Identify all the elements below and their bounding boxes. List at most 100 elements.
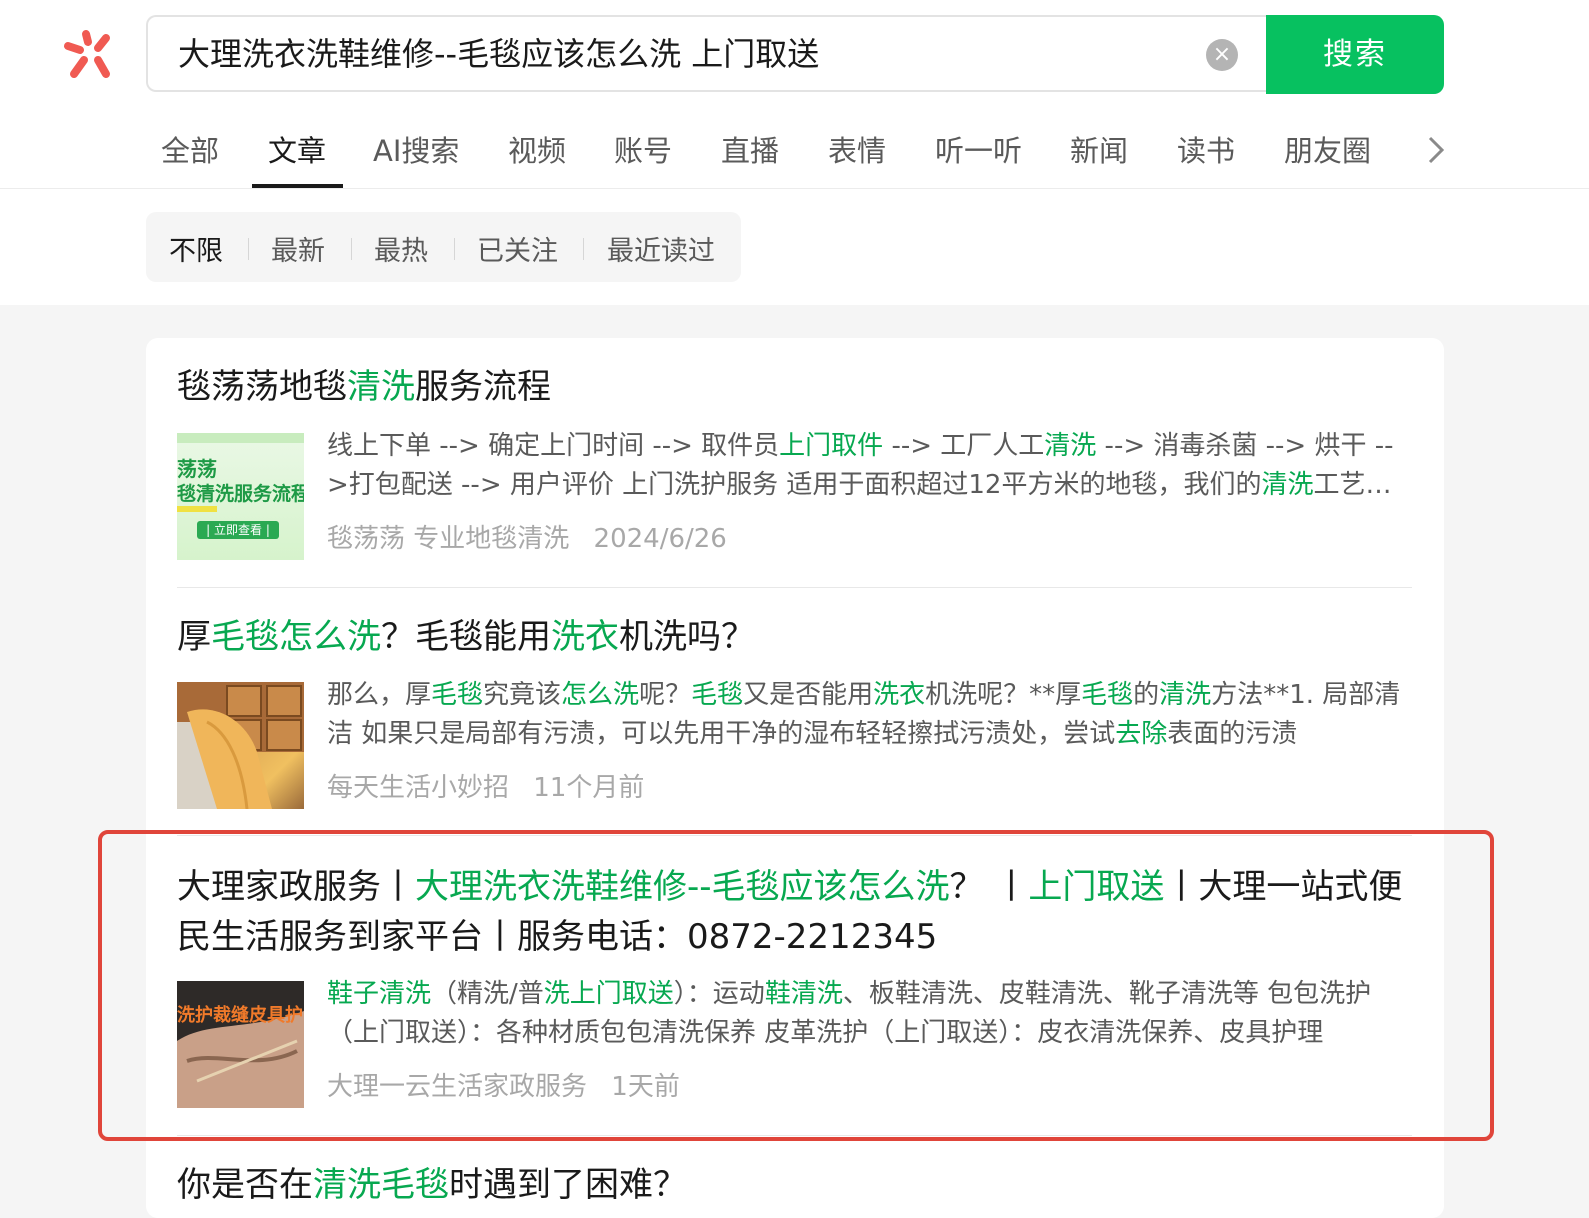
result-meta: 大理一云生活家政服务 1天前 [327,1066,680,1103]
filter-any[interactable]: 不限 [169,229,223,268]
tab-bar: 全部 文章 AI搜索 视频 账号 直播 表情 听一听 新闻 读书 朋友圈 [0,120,1589,189]
keyword-highlight: 鞋清洗 [764,979,843,1009]
text-segment: ）：运动 [673,979,765,1009]
text-segment: ？毛毯能用 [381,617,551,657]
text-segment: （精洗/普 [431,979,544,1009]
top-bar: 大理洗衣洗鞋维修--毛毯应该怎么洗 上门取送 × 搜索 全部 文章 AI搜索 视… [0,0,1589,305]
active-tab-indicator [252,184,343,188]
keyword-highlight: 怎么洗 [561,680,640,710]
result-date: 2024/6/26 [593,524,727,554]
filter-recently-read[interactable]: 最近读过 [607,229,715,268]
result-snippet: 线上下单 --> 确定上门时间 --> 取件员上门取件 --> 工厂人工清洗 -… [327,427,1412,505]
text-segment: 线上下单 --> 确定上门时间 --> 取件员 [327,431,780,461]
text-segment: 机洗呢？**厚 [925,680,1082,710]
tab-stickers[interactable]: 表情 [828,128,886,170]
thumbnail-text: 洗护裁缝皮具护 [177,1005,303,1026]
keyword-highlight: 清洗毛毯 [313,1165,449,1205]
filter-divider [454,238,455,260]
result-snippet: 那么，厚毛毯究竟该怎么洗呢？毛毯又是否能用洗衣机洗呢？**厚毛毯的清洗方法**1… [327,676,1412,754]
result-meta: 毯荡荡 专业地毯清洗 2024/6/26 [327,518,727,555]
result-card[interactable]: 你是否在清洗毛毯时遇到了困难？ [177,1160,1412,1210]
text-segment: 表面的污渍 [1167,719,1298,749]
result-source[interactable]: 毯荡荡 专业地毯清洗 [327,524,569,554]
blanket-photo-icon [177,682,304,809]
thumbnail-accent [177,506,217,512]
text-segment: --> 工厂人工 [883,431,1045,461]
result-title[interactable]: 你是否在清洗毛毯时遇到了困难？ [177,1160,1412,1210]
tab-all[interactable]: 全部 [161,128,219,170]
tab-accounts[interactable]: 账号 [614,128,672,170]
keyword-highlight: 清洗 [1261,470,1314,500]
filter-divider [351,238,352,260]
result-divider [177,587,1412,588]
keyword-highlight: 大理洗衣洗鞋维修--毛毯应该怎么洗 [415,867,950,907]
keyword-highlight: 毛毯怎么洗 [211,617,381,657]
results-list: 毯荡荡地毯清洗服务流程 荡荡 毯清洗服务流程 | 立即查看 | 线上下单 -->… [146,338,1444,1218]
result-snippet: 鞋子清洗（精洗/普洗上门取送）：运动鞋清洗、板鞋清洗、皮鞋清洗、靴子清洗等 包包… [327,975,1412,1053]
tab-listen[interactable]: 听一听 [935,128,1022,170]
result-source[interactable]: 大理一云生活家政服务 [327,1072,587,1102]
keyword-highlight: 毛毯 [431,680,484,710]
keyword-highlight: 毛毯 [1081,680,1134,710]
result-card[interactable]: 大理家政服务丨大理洗衣洗鞋维修--毛毯应该怎么洗？ 丨上门取送丨大理一站式便民生… [177,862,1412,962]
tab-moments[interactable]: 朋友圈 [1284,128,1371,170]
tab-ai-search[interactable]: AI搜索 [373,128,459,170]
text-segment: 你是否在 [177,1165,313,1205]
keyword-highlight: 清洗 [1044,431,1097,461]
keyword-highlight: 毛毯 [691,680,744,710]
text-segment: 服务流程 [415,367,551,407]
search-query-text[interactable]: 大理洗衣洗鞋维修--毛毯应该怎么洗 上门取送 [178,33,819,75]
text-segment: ？ 丨 [949,867,1029,907]
keyword-highlight: 清洗 [1159,680,1212,710]
thumbnail-text: 荡荡 [177,457,217,481]
result-thumbnail[interactable]: 荡荡 毯清洗服务流程 | 立即查看 | [177,433,304,560]
clear-icon[interactable]: × [1206,39,1238,71]
search-input[interactable]: 大理洗衣洗鞋维修--毛毯应该怎么洗 上门取送 × [146,15,1268,92]
filter-divider [583,238,584,260]
text-segment: 呢？ [639,680,692,710]
tab-news[interactable]: 新闻 [1070,128,1128,170]
keyword-highlight: 清洗 [347,367,415,407]
result-meta: 每天生活小妙招 11个月前 [327,767,644,804]
filter-divider [248,238,249,260]
text-segment: 的 [1133,680,1160,710]
tab-books[interactable]: 读书 [1177,128,1235,170]
thumbnail-text: 毯清洗服务流程 [177,483,304,505]
tab-articles[interactable]: 文章 [268,128,326,170]
text-segment: 机洗吗？ [619,617,755,657]
result-card[interactable]: 厚毛毯怎么洗？毛毯能用洗衣机洗吗？ [177,612,1412,662]
result-title[interactable]: 大理家政服务丨大理洗衣洗鞋维修--毛毯应该怎么洗？ 丨上门取送丨大理一站式便民生… [177,862,1412,962]
filter-latest[interactable]: 最新 [271,229,325,268]
thumbnail-button: | 立即查看 | [197,521,279,539]
filter-bar: 不限 最新 最热 已关注 最近读过 [146,212,741,282]
result-date: 1天前 [611,1072,680,1102]
result-title[interactable]: 厚毛毯怎么洗？毛毯能用洗衣机洗吗？ [177,612,1412,662]
result-divider [177,1135,1412,1136]
keyword-highlight: 洗衣 [551,617,619,657]
tab-live[interactable]: 直播 [721,128,779,170]
result-source[interactable]: 每天生活小妙招 [327,773,509,803]
search-button[interactable]: 搜索 [1266,15,1444,94]
keyword-highlight: 上门取件 [779,431,884,461]
result-date: 11个月前 [533,773,645,803]
result-thumbnail[interactable] [177,682,304,809]
filter-hot[interactable]: 最热 [374,229,428,268]
result-divider [177,835,1412,836]
keyword-highlight: 上门取送 [1028,867,1165,907]
text-segment: 厚 [177,617,211,657]
text-segment: 那么，厚 [327,680,432,710]
keyword-highlight: 去除 [1115,719,1168,749]
text-segment: 毯荡荡地毯 [177,367,347,407]
result-title[interactable]: 毯荡荡地毯清洗服务流程 [177,362,1412,412]
tab-videos[interactable]: 视频 [508,128,566,170]
keyword-highlight: 洗衣 [873,680,926,710]
keyword-highlight: 鞋子清洗 [327,979,432,1009]
result-thumbnail[interactable]: 洗护裁缝皮具护 [177,981,304,1108]
text-segment: 究竟该 [483,680,562,710]
chevron-right-icon[interactable] [1424,130,1448,170]
text-segment: 又是否能用 [743,680,874,710]
result-card[interactable]: 毯荡荡地毯清洗服务流程 [177,362,1412,412]
text-segment: 时遇到了困难？ [449,1165,687,1205]
app-logo-icon[interactable] [62,28,118,82]
filter-followed[interactable]: 已关注 [477,229,558,268]
